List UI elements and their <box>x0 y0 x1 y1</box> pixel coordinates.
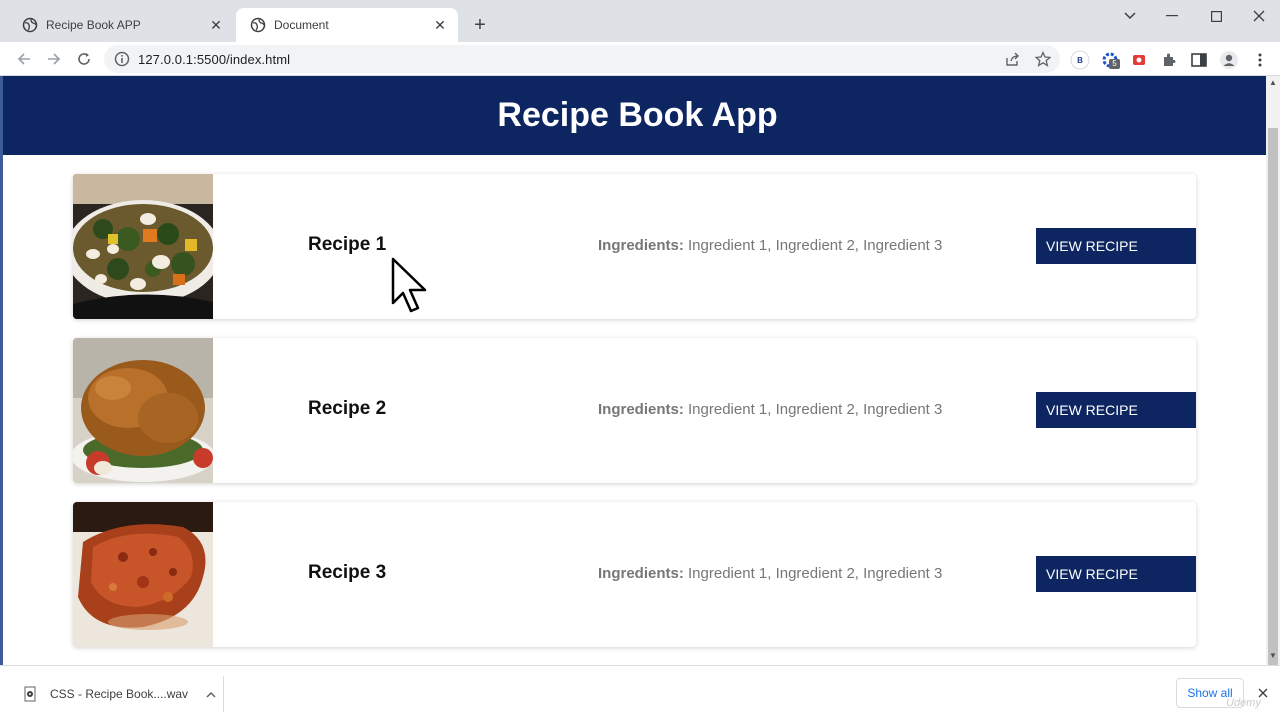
recipe-card: Recipe 3 Ingredients: Ingredient 1, Ingr… <box>73 502 1196 647</box>
ingredients-label: Ingredients: <box>598 237 684 254</box>
page-title: Recipe Book App <box>497 96 778 134</box>
view-recipe-button[interactable]: VIEW RECIPE <box>1036 228 1196 264</box>
forward-button[interactable] <box>41 46 67 72</box>
ingredients-label: Ingredients: <box>598 401 684 418</box>
recipe-ingredients: Ingredients: Ingredient 1, Ingredient 2,… <box>598 565 942 582</box>
recipe-image-glazed-meatloaf <box>73 502 213 647</box>
scrollbar[interactable]: ▲ ▼ <box>1266 76 1280 682</box>
extension-gear-icon[interactable]: 5 <box>1100 50 1120 70</box>
recipe-title: Recipe 3 <box>308 562 387 583</box>
browser-toolbar: 127.0.0.1:5500/index.html B 5 <box>0 42 1280 76</box>
audio-file-icon <box>24 686 36 702</box>
scroll-down-arrow-icon[interactable]: ▼ <box>1269 652 1277 660</box>
app-header: Recipe Book App <box>3 76 1266 155</box>
url-text: 127.0.0.1:5500/index.html <box>138 51 291 67</box>
extension-b-icon[interactable]: B <box>1070 50 1090 70</box>
watermark: Udemy <box>1226 697 1261 709</box>
recipe-image-roast-chicken <box>73 338 213 483</box>
extension-record-icon[interactable] <box>1129 50 1149 70</box>
extensions-puzzle-icon[interactable] <box>1159 50 1179 70</box>
download-file-name: CSS - Recipe Book....wav <box>50 687 189 701</box>
bookmark-star-icon[interactable] <box>1034 50 1052 68</box>
view-recipe-button[interactable]: VIEW RECIPE <box>1036 392 1196 428</box>
close-icon[interactable]: ✕ <box>204 13 228 37</box>
close-icon[interactable]: ✕ <box>428 13 452 37</box>
minimize-button[interactable] <box>1152 4 1192 28</box>
mouse-cursor-icon <box>391 257 427 313</box>
ingredients-label: Ingredients: <box>598 565 684 582</box>
tab-title: Recipe Book APP <box>46 18 141 32</box>
info-icon[interactable] <box>114 51 130 67</box>
view-recipe-button[interactable]: VIEW RECIPE <box>1036 556 1196 592</box>
globe-icon <box>250 17 266 33</box>
recipe-card: Recipe 2 Ingredients: Ingredient 1, Ingr… <box>73 338 1196 483</box>
maximize-button[interactable] <box>1196 4 1236 28</box>
recipe-card: Recipe 1 Ingredients: Ingredient 1, Ingr… <box>73 174 1196 319</box>
menu-kebab-icon[interactable] <box>1250 50 1270 70</box>
scroll-up-arrow-icon[interactable]: ▲ <box>1269 79 1277 87</box>
address-bar[interactable]: 127.0.0.1:5500/index.html <box>104 45 1060 73</box>
extension-badge: 5 <box>1109 59 1120 69</box>
tab-search-chevron-icon[interactable] <box>1110 4 1150 28</box>
ingredients-list: Ingredient 1, Ingredient 2, Ingredient 3 <box>688 565 943 582</box>
extension-b-label: B <box>1077 55 1083 65</box>
ingredients-list: Ingredient 1, Ingredient 2, Ingredient 3 <box>688 401 943 418</box>
scrollbar-thumb[interactable] <box>1268 128 1278 682</box>
reload-button[interactable] <box>71 46 97 72</box>
new-tab-button[interactable]: + <box>468 13 492 37</box>
profile-avatar-icon[interactable] <box>1219 50 1239 70</box>
page-viewport: Recipe Book App Recipe 1 Ingredients: In… <box>0 76 1266 665</box>
recipe-ingredients: Ingredients: Ingredient 1, Ingredient 2,… <box>598 237 942 254</box>
ingredients-list: Ingredient 1, Ingredient 2, Ingredient 3 <box>688 237 943 254</box>
recipe-ingredients: Ingredients: Ingredient 1, Ingredient 2,… <box>598 401 942 418</box>
download-bar: CSS - Recipe Book....wav Show all <box>0 665 1280 720</box>
tab-recipe-book[interactable]: Recipe Book APP ✕ <box>8 8 234 42</box>
tab-title: Document <box>274 18 329 32</box>
share-icon[interactable] <box>1004 50 1022 68</box>
chevron-up-icon[interactable] <box>199 687 223 701</box>
recipe-title: Recipe 2 <box>308 398 387 419</box>
recipe-image-vegetable-soup <box>73 174 213 319</box>
side-panel-icon[interactable] <box>1189 50 1209 70</box>
tab-strip: Recipe Book APP ✕ Document ✕ + <box>0 0 1280 42</box>
close-window-button[interactable] <box>1239 4 1279 28</box>
download-item[interactable]: CSS - Recipe Book....wav <box>16 676 224 712</box>
back-button[interactable] <box>11 46 37 72</box>
tab-document[interactable]: Document ✕ <box>236 8 458 42</box>
globe-icon <box>22 17 38 33</box>
recipe-title: Recipe 1 <box>308 234 387 255</box>
